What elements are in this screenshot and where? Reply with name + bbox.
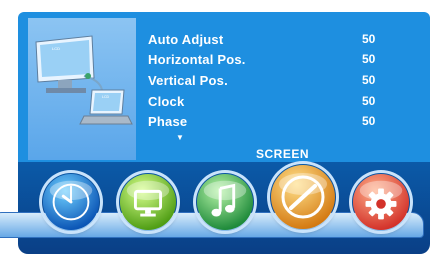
menu-item-vertical-pos[interactable]: Vertical Pos. 50 <box>136 73 426 93</box>
music-icon[interactable] <box>196 173 254 231</box>
scroll-down-arrow-icon[interactable]: ▼ <box>176 133 184 142</box>
menu-item-label: Horizontal Pos. <box>148 52 246 67</box>
menu-title: SCREEN <box>256 147 310 161</box>
screen-dial-icon[interactable] <box>270 164 336 230</box>
laptop-illustration-icon: LCD <box>79 89 133 125</box>
menu-item-label: Auto Adjust <box>148 32 224 47</box>
menu-item-value: 50 <box>362 94 376 108</box>
svg-text:LCD: LCD <box>102 95 109 99</box>
menu-item-label: Phase <box>148 114 188 129</box>
monitor-icon[interactable] <box>119 173 177 231</box>
svg-text:LCD: LCD <box>52 46 60 51</box>
menu-item-value: 50 <box>362 32 376 46</box>
settings-gear-icon[interactable] <box>352 173 410 231</box>
monitor-illustration-icon: LCD <box>35 35 95 93</box>
preview-panel: LCD LCD <box>28 18 136 160</box>
menu-item-value: 50 <box>362 73 376 87</box>
menu-item-clock[interactable]: Clock 50 <box>136 94 426 114</box>
menu-item-label: Clock <box>148 94 185 109</box>
menu-item-horizontal-pos[interactable]: Horizontal Pos. 50 <box>136 52 426 72</box>
screen-settings-list: Auto Adjust 50 Horizontal Pos. 50 Vertic… <box>136 18 426 168</box>
menu-item-value: 50 <box>362 114 376 128</box>
menu-item-value: 50 <box>362 52 376 66</box>
clock-icon[interactable] <box>42 173 100 231</box>
menu-item-label: Vertical Pos. <box>148 73 228 88</box>
menu-item-auto-adjust[interactable]: Auto Adjust 50 <box>136 32 426 52</box>
menu-item-phase[interactable]: Phase 50 <box>136 114 426 134</box>
